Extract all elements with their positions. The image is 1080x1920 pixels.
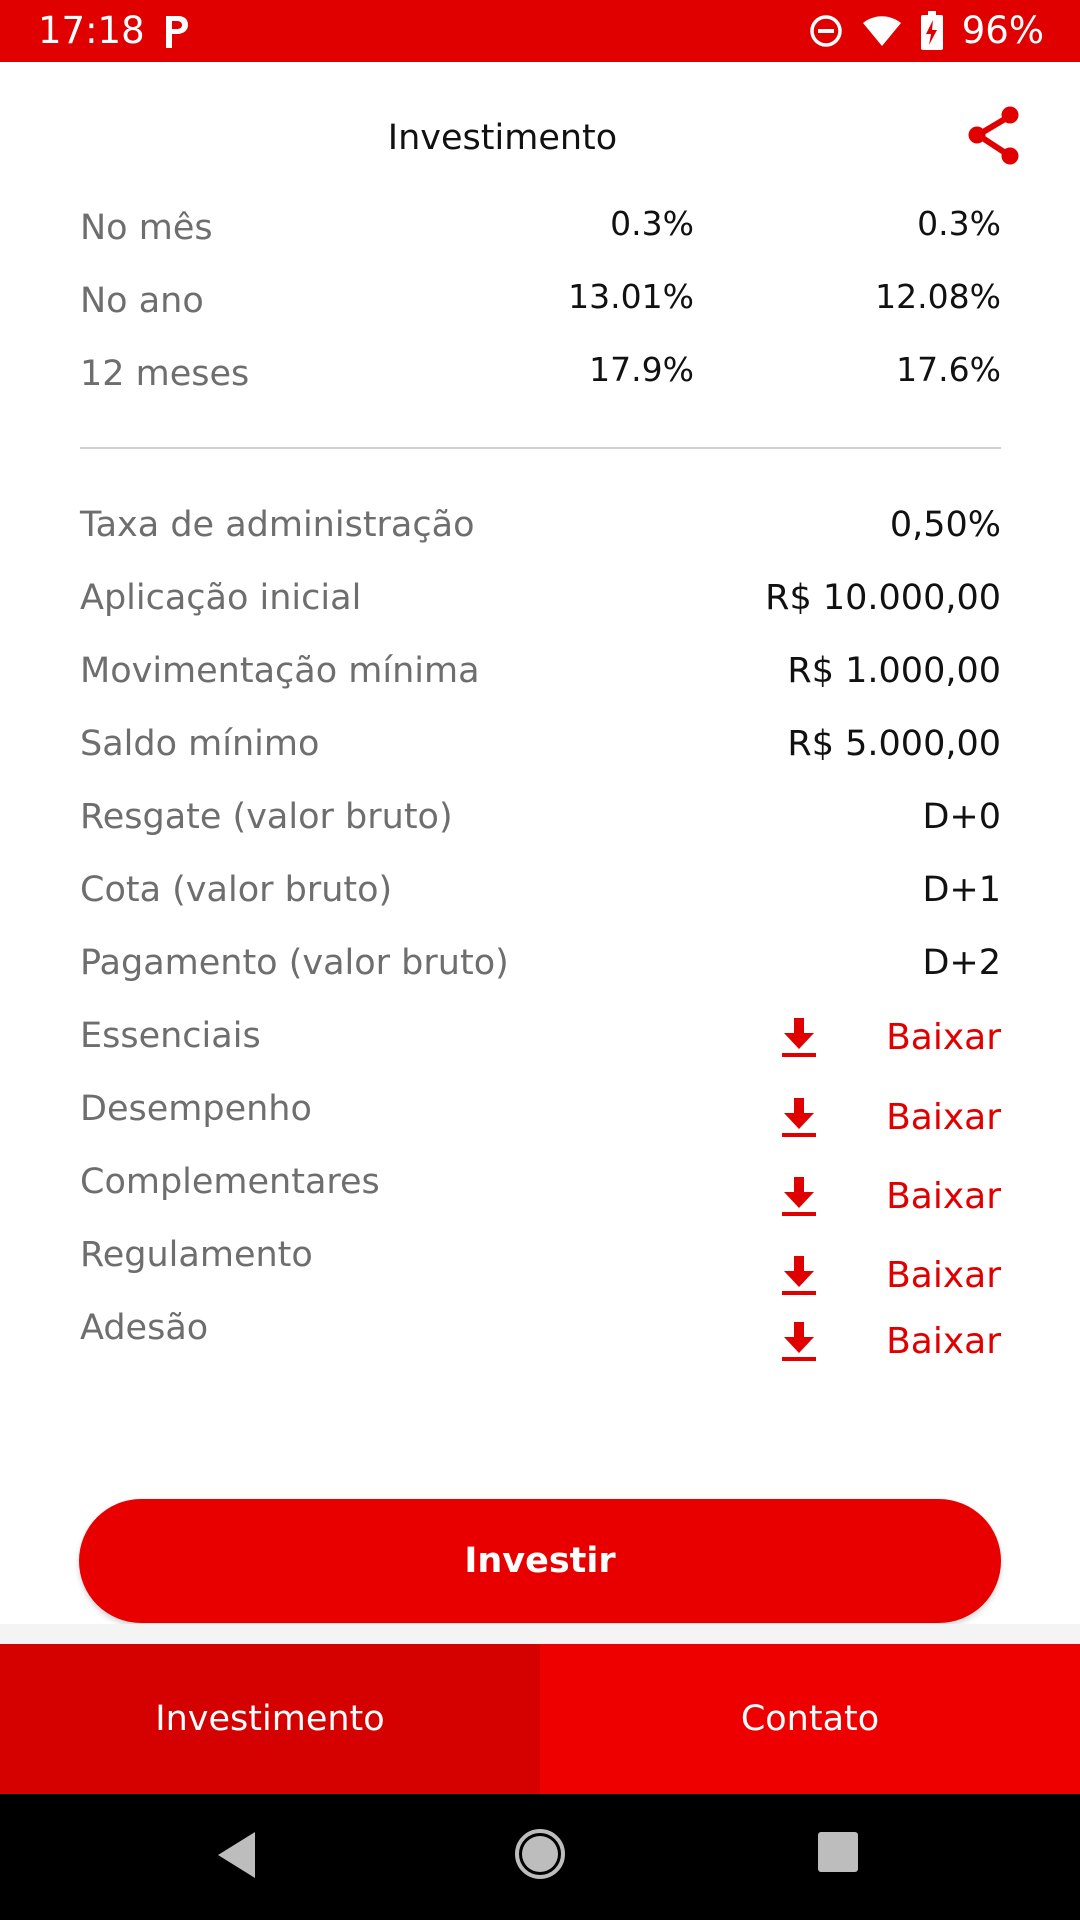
performance-value-fund: 17.9% [589, 350, 694, 389]
detail-row-redemption: Resgate (valor bruto) D+0 [80, 787, 1001, 847]
detail-value: R$ 5.000,00 [787, 724, 1001, 764]
detail-value: R$ 10.000,00 [765, 578, 1001, 618]
document-label: Complementares [80, 1162, 380, 1202]
download-icon [782, 1018, 817, 1057]
detail-label: Saldo mínimo [80, 724, 320, 764]
tab-investimento[interactable]: Investimento [0, 1644, 540, 1794]
wifi-icon [862, 16, 901, 46]
home-icon[interactable] [514, 1828, 566, 1880]
document-label: Adesão [80, 1308, 209, 1348]
detail-row-initial-investment: Aplicação inicial R$ 10.000,00 [80, 568, 1001, 628]
parking-app-icon [166, 16, 188, 48]
invest-button[interactable]: Investir [79, 1499, 1001, 1623]
document-row-regulamento: Regulamento Baixar [80, 1225, 1001, 1296]
document-label: Regulamento [80, 1235, 313, 1275]
performance-label: No mês [80, 208, 213, 248]
detail-row-admin-fee: Taxa de administração 0,50% [80, 495, 1001, 555]
download-label: Baixar [886, 1321, 1001, 1362]
document-row-adesao: Adesão Baixar [80, 1298, 1001, 1362]
download-button[interactable]: Baixar [782, 1246, 1001, 1306]
share-icon[interactable] [964, 104, 1026, 168]
tab-contato[interactable]: Contato [540, 1644, 1080, 1794]
divider [80, 447, 1001, 449]
battery-charging-icon [920, 11, 943, 50]
download-button[interactable]: Baixar [782, 1008, 1001, 1068]
download-icon [782, 1098, 817, 1137]
status-bar: 17:18 96% [0, 0, 1080, 62]
performance-value-benchmark: 17.6% [896, 350, 1001, 389]
performance-row-12-months: 12 meses 17.9% 17.6% [80, 344, 1001, 404]
do-not-disturb-icon [810, 15, 842, 47]
performance-value-benchmark: 12.08% [875, 277, 1001, 316]
detail-value: D+1 [922, 870, 1001, 910]
detail-label: Movimentação mínima [80, 651, 480, 691]
detail-label: Taxa de administração [80, 505, 475, 545]
download-label: Baixar [886, 1255, 1001, 1296]
detail-value: R$ 1.000,00 [787, 651, 1001, 691]
detail-value: 0,50% [889, 505, 1001, 545]
download-button[interactable]: Baixar [782, 1167, 1001, 1227]
navigation-bar [0, 1794, 1080, 1920]
detail-row-min-balance: Saldo mínimo R$ 5.000,00 [80, 714, 1001, 774]
performance-value-fund: 0.3% [610, 204, 694, 243]
detail-label: Resgate (valor bruto) [80, 797, 453, 837]
performance-label: No ano [80, 281, 204, 321]
download-label: Baixar [886, 1176, 1001, 1217]
detail-label: Cota (valor bruto) [80, 870, 393, 910]
performance-label: 12 meses [80, 354, 250, 394]
download-icon [782, 1256, 817, 1295]
detail-label: Pagamento (valor bruto) [80, 943, 509, 983]
back-icon[interactable] [215, 1830, 259, 1880]
performance-value-fund: 13.01% [568, 277, 694, 316]
detail-row-min-movement: Movimentação mínima R$ 1.000,00 [80, 641, 1001, 701]
download-icon [782, 1177, 817, 1216]
document-row-complementares: Complementares Baixar [80, 1152, 1001, 1217]
performance-value-benchmark: 0.3% [917, 204, 1001, 243]
detail-value: D+2 [922, 943, 1001, 983]
recent-apps-icon[interactable] [817, 1831, 859, 1873]
document-row-essenciais: Essenciais Baixar [80, 1006, 1001, 1066]
tab-label: Contato [740, 1699, 880, 1739]
performance-row-month: No mês 0.3% 0.3% [80, 198, 1001, 258]
download-button[interactable]: Baixar [782, 1312, 1001, 1372]
document-label: Desempenho [80, 1089, 312, 1129]
bottom-strip [0, 1624, 1080, 1644]
detail-row-payment: Pagamento (valor bruto) D+2 [80, 933, 1001, 993]
detail-label: Aplicação inicial [80, 578, 362, 618]
document-label: Essenciais [80, 1016, 261, 1056]
battery-percent: 96% [961, 9, 1044, 52]
download-label: Baixar [886, 1017, 1001, 1058]
document-row-desempenho: Desempenho Baixar [80, 1079, 1001, 1139]
download-icon [782, 1322, 817, 1361]
download-button[interactable]: Baixar [782, 1088, 1001, 1148]
status-icons: 96% [808, 8, 1044, 54]
page-title: Investimento [387, 118, 618, 158]
performance-row-year: No ano 13.01% 12.08% [80, 271, 1001, 331]
detail-row-quota: Cota (valor bruto) D+1 [80, 860, 1001, 920]
download-label: Baixar [886, 1097, 1001, 1138]
detail-value: D+0 [922, 797, 1001, 837]
tab-label: Investimento [155, 1699, 385, 1739]
status-time: 17:18 [38, 9, 145, 52]
